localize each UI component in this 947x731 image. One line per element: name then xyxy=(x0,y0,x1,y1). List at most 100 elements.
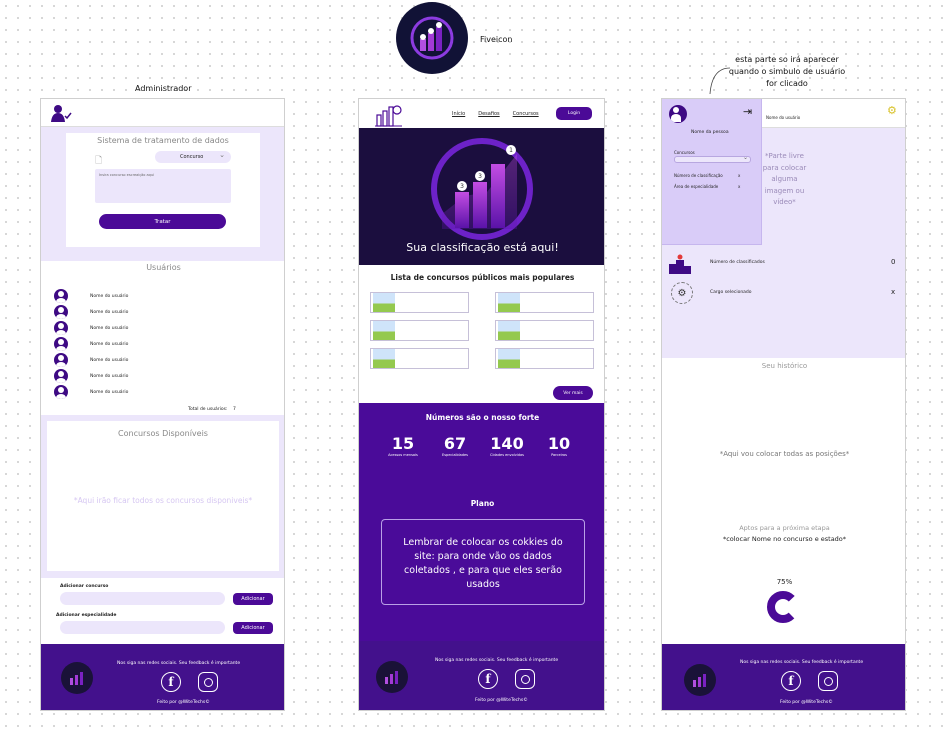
image-placeholder-icon xyxy=(373,293,395,312)
main-nav: Início Desafios Concursos xyxy=(452,111,539,117)
dropdown-annotation: esta parte so irá aparecer quando o simb… xyxy=(728,55,846,88)
list-item[interactable]: Nome do usuário xyxy=(54,368,128,384)
stat-value: 15 xyxy=(391,434,415,453)
avatar[interactable] xyxy=(669,105,687,123)
stat-item: 140 Cidades envolvidas xyxy=(482,434,532,457)
stat-value: 10 xyxy=(547,434,571,453)
popular-grid xyxy=(370,292,594,369)
add-contest-input[interactable] xyxy=(60,592,225,605)
svg-text:3: 3 xyxy=(478,173,482,180)
user-dropdown-panel: ⇥ Nome da pessoa Concursos ⌄ Número de c… xyxy=(662,99,762,245)
user-name: Nome do usuário xyxy=(90,341,129,347)
stat-label: Parceiros xyxy=(551,453,567,457)
instagram-icon[interactable] xyxy=(515,669,535,689)
add-section: Adicionar concurso Adicionar Adicionar e… xyxy=(41,578,284,644)
nav-link-desafios[interactable]: Desafios xyxy=(478,111,499,117)
admin-frame-title: Administrador xyxy=(135,84,192,93)
home-frame: Início Desafios Concursos Login 3 3 1 Su… xyxy=(358,98,605,711)
header-user-name: Nome do usuário xyxy=(766,115,801,120)
avatar xyxy=(54,289,68,303)
classification-count-value: 0 xyxy=(891,258,896,266)
avatar xyxy=(54,321,68,335)
see-more-button[interactable]: Ver mais xyxy=(553,386,593,400)
user-name: Nome do usuário xyxy=(90,389,129,395)
contest-card[interactable] xyxy=(495,348,594,369)
contest-card[interactable] xyxy=(495,320,594,341)
brand-logo-icon[interactable] xyxy=(375,103,403,131)
nav-link-concursos[interactable]: Concursos xyxy=(513,111,539,117)
progress-ring xyxy=(767,591,799,623)
contests-section: Concursos Disponíveis *Aqui irão ficar t… xyxy=(41,415,284,578)
stat-value: 67 xyxy=(443,434,467,453)
admin-footer: Nos siga nas redes sociais. Seu feedback… xyxy=(41,644,284,710)
user-name: Nome do usuário xyxy=(90,325,129,331)
chevron-down-icon: ⌄ xyxy=(219,151,225,159)
close-icon[interactable]: x xyxy=(738,184,740,189)
footer-social-text: Nos siga nas redes sociais. Seu feedback… xyxy=(117,661,241,666)
list-item[interactable]: Nome do usuário xyxy=(54,304,128,320)
favicon-label: Fiveicon xyxy=(480,35,513,44)
contest-card[interactable] xyxy=(370,292,469,313)
image-placeholder-icon xyxy=(373,321,395,340)
users-total-label: Total de usuários: xyxy=(188,407,228,412)
footer-credit: Feito por @WiteTechs© xyxy=(475,698,528,703)
stat-item: 15 Acessos mensais xyxy=(378,434,428,457)
system-title: Sistema de tratamento de dados xyxy=(97,136,229,145)
image-placeholder-icon xyxy=(373,349,395,368)
avatar xyxy=(54,385,68,399)
list-item[interactable]: Nome do usuário xyxy=(54,288,128,304)
avatar xyxy=(54,337,68,351)
add-contest-button[interactable]: Adicionar xyxy=(233,593,273,605)
list-item[interactable]: Nome do usuário xyxy=(54,352,128,368)
classification-count-label: Número de classificados xyxy=(710,260,765,265)
dropdown-contest-select[interactable]: ⌄ xyxy=(674,154,751,163)
list-item[interactable]: Nome do usuário xyxy=(54,384,128,400)
admin-system-section: Sistema de tratamento de dados 🗋 Concurs… xyxy=(41,127,284,261)
process-button[interactable]: Tratar xyxy=(99,214,226,229)
login-button[interactable]: Login xyxy=(556,107,592,120)
gear-icon[interactable]: ⚙ xyxy=(887,104,897,117)
logout-icon[interactable]: ⇥ xyxy=(743,105,752,118)
add-specialty-label: Adicionar especialidade xyxy=(56,613,117,618)
image-placeholder-icon xyxy=(498,321,520,340)
next-step-title: Aptos para a próxima etapa xyxy=(739,524,830,532)
contest-textarea[interactable]: Insira concurso escreaição aqui xyxy=(95,169,231,203)
avatar xyxy=(54,305,68,319)
footer-credit: Feito por @WiteTechs© xyxy=(157,700,210,705)
admin-header xyxy=(41,99,284,127)
selected-role-label: Cargo selecionado xyxy=(710,290,752,295)
instagram-icon[interactable] xyxy=(818,671,838,691)
dropdown-user-name: Nome da pessoa xyxy=(691,130,729,135)
hero-banner: 3 3 1 Sua classificação está aqui! xyxy=(359,128,604,265)
nav-link-inicio[interactable]: Início xyxy=(452,111,465,117)
svg-text:1: 1 xyxy=(509,147,513,154)
admin-frame: Sistema de tratamento de dados 🗋 Concurs… xyxy=(40,98,285,711)
facebook-icon[interactable]: f xyxy=(478,669,498,689)
next-step-note: *colocar Nome no concurso e estado* xyxy=(722,535,847,543)
facebook-icon[interactable]: f xyxy=(781,671,801,691)
avatar xyxy=(54,369,68,383)
stat-value: 140 xyxy=(490,434,524,453)
profile-frame: Nome do usuário ⚙ *Parte livre para colo… xyxy=(661,98,906,711)
stats-title: Números são o nosso forte xyxy=(425,413,540,422)
home-header: Início Desafios Concursos Login xyxy=(359,99,604,131)
contest-card[interactable] xyxy=(370,348,469,369)
stat-label: Especialidades xyxy=(442,453,468,457)
contest-card[interactable] xyxy=(495,292,594,313)
podium-icon xyxy=(669,254,691,274)
hero-text: Sua classificação está aqui! xyxy=(406,241,559,254)
contest-card[interactable] xyxy=(370,320,469,341)
document-icon[interactable]: 🗋 xyxy=(95,153,102,169)
close-icon[interactable]: x xyxy=(738,173,740,178)
add-contest-label: Adicionar concurso xyxy=(60,584,109,589)
user-name: Nome do usuário xyxy=(90,309,129,315)
list-item[interactable]: Nome do usuário xyxy=(54,320,128,336)
admin-user-icon[interactable] xyxy=(51,104,73,126)
list-item[interactable]: Nome do usuário xyxy=(54,336,128,352)
facebook-icon[interactable]: f xyxy=(161,672,181,692)
add-specialty-input[interactable] xyxy=(60,621,225,634)
instagram-icon[interactable] xyxy=(198,672,218,692)
add-specialty-button[interactable]: Adicionar xyxy=(233,622,273,634)
stat-label: Cidades envolvidas xyxy=(490,453,524,457)
contest-select[interactable]: Concurso ⌄ xyxy=(155,151,231,163)
